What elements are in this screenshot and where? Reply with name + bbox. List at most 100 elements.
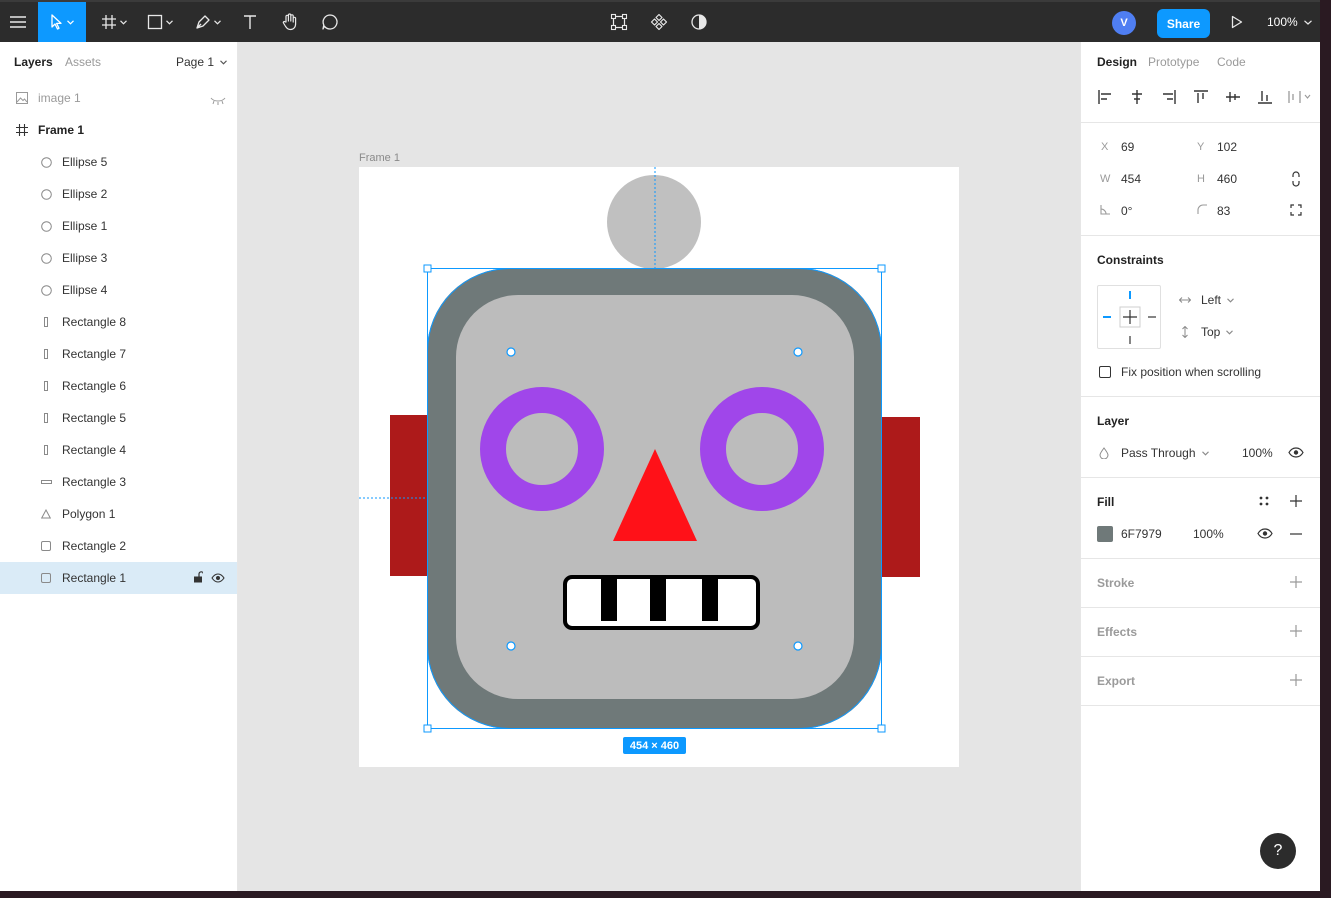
zoom-select[interactable]: 100%: [1267, 2, 1312, 42]
fill-color-swatch[interactable]: [1097, 526, 1113, 542]
constrain-proportions-icon[interactable]: [1290, 171, 1302, 190]
tab-code[interactable]: Code: [1217, 55, 1246, 69]
tooth-rectangle[interactable]: [650, 579, 666, 621]
page-select[interactable]: Page 1: [176, 55, 227, 69]
comment-tool-button[interactable]: [318, 2, 342, 42]
canvas[interactable]: Frame 1 454 × 460: [238, 42, 1080, 891]
layer-row[interactable]: Ellipse 5: [0, 146, 237, 178]
text-tool-button[interactable]: [238, 2, 262, 42]
layer-row[interactable]: Rectangle 4: [0, 434, 237, 466]
shape-tool-button[interactable]: [142, 2, 178, 42]
frame-tool-button[interactable]: [96, 2, 132, 42]
tab-design[interactable]: Design: [1097, 55, 1137, 69]
layer-row[interactable]: Ellipse 1: [0, 210, 237, 242]
unlock-icon[interactable]: [193, 571, 204, 586]
share-button[interactable]: Share: [1157, 9, 1210, 38]
layer-name: Ellipse 2: [62, 187, 108, 201]
blend-mode-select[interactable]: Pass Through: [1121, 446, 1209, 460]
tab-assets[interactable]: Assets: [65, 55, 101, 69]
tab-layers[interactable]: Layers: [14, 55, 53, 69]
resize-handle[interactable]: [877, 724, 886, 733]
layer-row[interactable]: Frame 1: [0, 114, 237, 146]
user-avatar[interactable]: V: [1112, 11, 1136, 35]
corner-radius-handle[interactable]: [793, 347, 803, 357]
frame-label[interactable]: Frame 1: [359, 152, 400, 164]
move-tool-button[interactable]: [38, 2, 86, 42]
stroke-section-title[interactable]: Stroke: [1097, 576, 1134, 590]
corner-radius-handle[interactable]: [506, 347, 516, 357]
align-left-icon[interactable]: [1097, 89, 1113, 105]
help-button[interactable]: ?: [1260, 833, 1296, 869]
layer-row[interactable]: Rectangle 5: [0, 402, 237, 434]
antenna-ellipse[interactable]: [607, 175, 701, 269]
pen-tool-button[interactable]: [190, 2, 226, 42]
eye-icon[interactable]: [211, 572, 225, 586]
align-top-icon[interactable]: [1193, 89, 1209, 105]
eye-icon[interactable]: [1288, 447, 1304, 461]
layer-row[interactable]: Rectangle 8: [0, 306, 237, 338]
right-ear-rectangle[interactable]: [879, 417, 920, 577]
left-ear-rectangle[interactable]: [390, 415, 430, 576]
layer-row[interactable]: Ellipse 3: [0, 242, 237, 274]
transform-icon[interactable]: [608, 2, 630, 42]
layer-name: Rectangle 8: [62, 315, 127, 329]
distribute-icon[interactable]: [1287, 89, 1313, 105]
layer-row[interactable]: Rectangle 1: [0, 562, 237, 594]
style-grid-icon[interactable]: [1258, 495, 1270, 510]
fill-opacity-input[interactable]: 100%: [1193, 527, 1224, 541]
w-label: W: [1100, 173, 1111, 185]
horizontal-constraint-select[interactable]: Left: [1179, 293, 1234, 307]
hand-tool-button[interactable]: [278, 2, 302, 42]
rectangle-icon: [40, 412, 52, 424]
tab-prototype[interactable]: Prototype: [1148, 55, 1199, 69]
corner-radius-handle[interactable]: [793, 641, 803, 651]
tooth-rectangle[interactable]: [702, 579, 718, 621]
tooth-rectangle[interactable]: [601, 579, 617, 621]
hidden-eye-icon[interactable]: [210, 94, 226, 108]
corner-radius-input[interactable]: 83: [1217, 204, 1230, 218]
main-menu-icon[interactable]: [6, 2, 30, 42]
add-stroke-icon[interactable]: [1289, 575, 1303, 589]
remove-fill-icon[interactable]: [1290, 528, 1302, 542]
layer-row[interactable]: Polygon 1: [0, 498, 237, 530]
resize-handle[interactable]: [877, 264, 886, 273]
layer-row[interactable]: Rectangle 7: [0, 338, 237, 370]
independent-corners-icon[interactable]: [1290, 204, 1302, 219]
layer-row[interactable]: Rectangle 3: [0, 466, 237, 498]
align-bottom-icon[interactable]: [1257, 89, 1273, 105]
add-effect-icon[interactable]: [1289, 624, 1303, 638]
width-input[interactable]: 454: [1121, 172, 1141, 186]
resize-handle[interactable]: [423, 724, 432, 733]
y-input[interactable]: 102: [1217, 140, 1237, 154]
rectangle-icon: [40, 476, 52, 488]
x-input[interactable]: 69: [1121, 140, 1134, 154]
effects-section-title[interactable]: Effects: [1097, 625, 1137, 639]
resize-handle[interactable]: [423, 264, 432, 273]
layer-row[interactable]: Ellipse 2: [0, 178, 237, 210]
layer-opacity-input[interactable]: 100%: [1242, 446, 1273, 460]
layer-row[interactable]: Rectangle 6: [0, 370, 237, 402]
layer-row[interactable]: Ellipse 4: [0, 274, 237, 306]
fill-hex-input[interactable]: 6F7979: [1121, 527, 1162, 541]
align-horizontal-center-icon[interactable]: [1129, 89, 1145, 105]
rotation-input[interactable]: 0°: [1121, 204, 1132, 218]
layer-row[interactable]: Rectangle 2: [0, 530, 237, 562]
export-section-title[interactable]: Export: [1097, 674, 1135, 688]
fix-position-checkbox[interactable]: [1099, 366, 1111, 378]
add-export-icon[interactable]: [1289, 673, 1303, 687]
corner-radius-handle[interactable]: [506, 641, 516, 651]
frame-1[interactable]: [359, 167, 959, 767]
contrast-icon[interactable]: [688, 2, 710, 42]
constraint-widget[interactable]: [1097, 285, 1161, 349]
align-vertical-center-icon[interactable]: [1225, 89, 1241, 105]
present-play-icon[interactable]: [1226, 2, 1248, 42]
layer-name: Polygon 1: [62, 507, 116, 521]
add-fill-icon[interactable]: [1289, 494, 1303, 508]
vertical-constraint-select[interactable]: Top: [1181, 325, 1234, 339]
layer-row[interactable]: image 1: [0, 82, 237, 114]
height-input[interactable]: 460: [1217, 172, 1237, 186]
blend-mode-icon: [1099, 447, 1109, 462]
component-icon[interactable]: [648, 2, 670, 42]
align-right-icon[interactable]: [1161, 89, 1177, 105]
eye-icon[interactable]: [1257, 528, 1273, 542]
